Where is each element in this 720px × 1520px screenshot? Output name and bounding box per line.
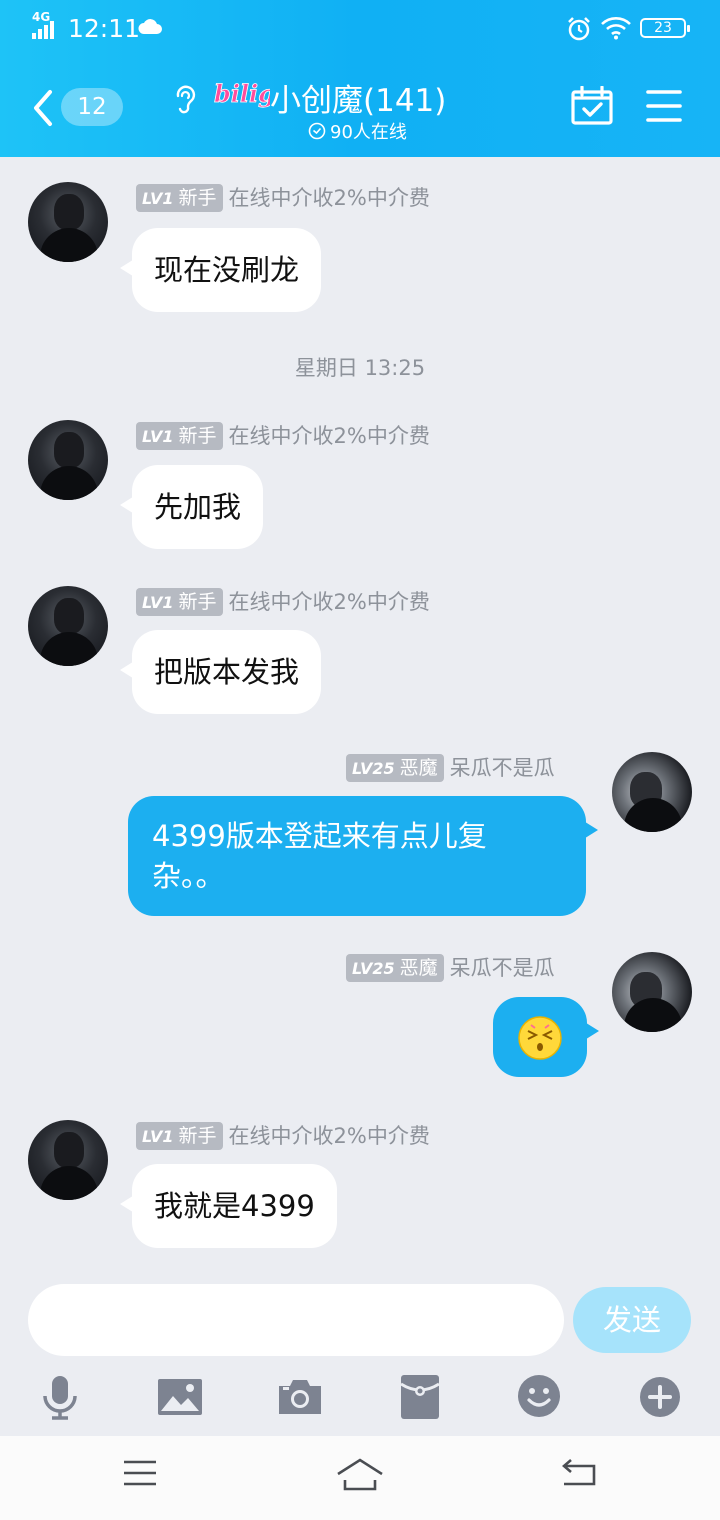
level-badge: LV25 恶魔 bbox=[346, 954, 444, 982]
sender-avatar[interactable] bbox=[28, 1120, 108, 1200]
online-status: 90人在线 bbox=[308, 118, 407, 144]
sender-nameline: LV1 新手 在线中介收2%中介费 bbox=[136, 586, 430, 616]
back-icon[interactable] bbox=[560, 1458, 598, 1490]
level-badge: LV1 新手 bbox=[136, 184, 223, 212]
sender-nameline: LV25 恶魔 呆瓜不是瓜 bbox=[346, 952, 555, 982]
sender-name: 在线中介收2%中介费 bbox=[228, 590, 430, 614]
level-badge: LV1 新手 bbox=[136, 588, 223, 616]
message-bubble[interactable]: 现在没刷龙 bbox=[119, 228, 322, 312]
sender-name: 在线中介收2%中介费 bbox=[228, 1124, 430, 1148]
message-text-line: 杂。。 bbox=[152, 859, 225, 893]
image-icon[interactable] bbox=[157, 1378, 203, 1416]
wifi-icon bbox=[601, 17, 631, 40]
sender-name: 呆瓜不是瓜 bbox=[449, 956, 555, 980]
sender-nameline: LV25 恶魔 呆瓜不是瓜 bbox=[346, 752, 555, 782]
status-bar: 4G 12:11 23 bbox=[0, 0, 720, 58]
sender-nameline: LV1 新手 在线中介收2%中介费 bbox=[136, 182, 430, 212]
alarm-icon bbox=[568, 17, 590, 41]
message-text-line: 4399版本登起来有点儿复 bbox=[152, 819, 487, 853]
calendar-check-icon[interactable] bbox=[570, 86, 614, 126]
online-count: 90人在线 bbox=[330, 122, 407, 143]
message-bubble[interactable]: 先加我 bbox=[119, 465, 264, 549]
emoji-icon[interactable] bbox=[517, 1374, 561, 1418]
sender-avatar[interactable] bbox=[28, 586, 108, 666]
my-message-bubble[interactable] bbox=[493, 997, 599, 1077]
clock-time: 12:11 bbox=[68, 14, 141, 43]
sender-nameline: LV1 新手 在线中介收2%中介费 bbox=[136, 1120, 430, 1150]
sender-name: 呆瓜不是瓜 bbox=[449, 756, 555, 780]
my-message-bubble[interactable]: 4399版本登起来有点儿复 杂。。 bbox=[128, 796, 598, 916]
send-button[interactable]: 发送 bbox=[573, 1287, 691, 1353]
battery-indicator: 23 bbox=[640, 18, 690, 38]
timestamp: 星期日 13:25 bbox=[294, 356, 426, 380]
cloud-icon bbox=[138, 19, 162, 34]
signal-icon bbox=[32, 21, 54, 39]
svg-text:bilig: bilig bbox=[214, 79, 270, 108]
sender-avatar[interactable] bbox=[28, 182, 108, 262]
my-avatar[interactable] bbox=[612, 952, 692, 1032]
sender-nameline: LV1 新手 在线中介收2%中介费 bbox=[136, 420, 430, 450]
chat-header: 4G 12:11 23 12 bilig 小创魔(141) 90人在线 bbox=[0, 0, 720, 157]
plus-icon[interactable] bbox=[639, 1376, 681, 1418]
recent-apps-icon[interactable] bbox=[122, 1458, 158, 1488]
camera-icon[interactable] bbox=[277, 1376, 323, 1416]
ear-icon[interactable] bbox=[172, 82, 198, 114]
home-icon[interactable] bbox=[336, 1456, 384, 1492]
microphone-icon[interactable] bbox=[40, 1374, 80, 1420]
hamburger-menu-icon[interactable] bbox=[646, 89, 682, 123]
bilibili-logo-icon: bilig bbox=[214, 79, 270, 109]
message-bubble[interactable]: 把版本发我 bbox=[119, 630, 322, 714]
sender-avatar[interactable] bbox=[28, 420, 108, 500]
level-badge: LV25 恶魔 bbox=[346, 754, 444, 782]
message-bubble[interactable]: 我就是4399 bbox=[120, 1164, 337, 1248]
group-title: 小创魔(141) bbox=[270, 83, 447, 119]
check-circle-icon bbox=[308, 122, 326, 140]
system-nav-bar bbox=[0, 1436, 720, 1520]
my-avatar[interactable] bbox=[612, 752, 692, 832]
red-packet-icon[interactable] bbox=[400, 1374, 440, 1420]
level-badge: LV1 新手 bbox=[136, 422, 223, 450]
sender-name: 在线中介收2%中介费 bbox=[228, 424, 430, 448]
unread-count-badge[interactable]: 12 bbox=[61, 88, 123, 126]
dizzy-face-emoji bbox=[518, 1016, 562, 1060]
level-badge: LV1 新手 bbox=[136, 1122, 223, 1150]
sender-name: 在线中介收2%中介费 bbox=[228, 186, 430, 210]
message-input[interactable] bbox=[28, 1284, 564, 1356]
